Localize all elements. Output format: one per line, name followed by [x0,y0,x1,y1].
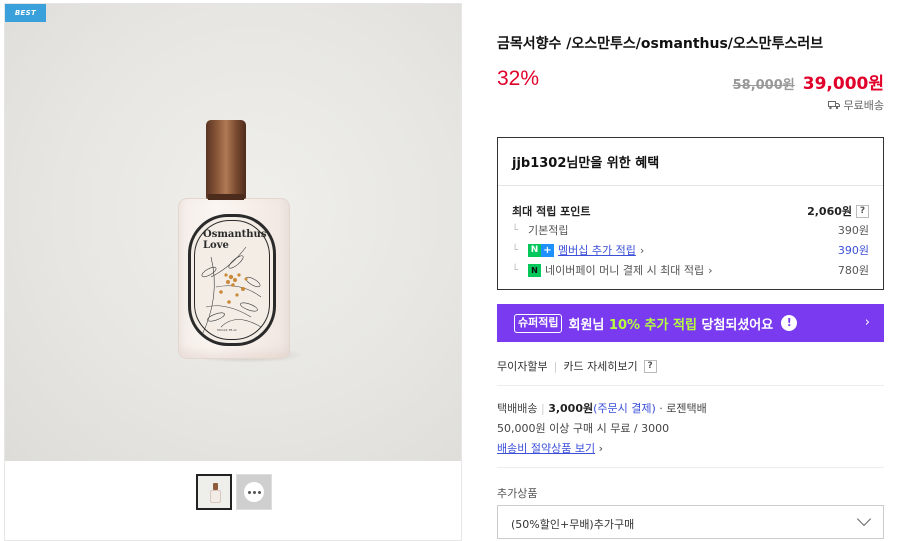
info-icon: ! [781,315,798,331]
points-row-membership: └ N + 멤버십 추가 적립 › 390원 [512,242,869,258]
thumbnail-more[interactable] [236,474,272,510]
naver-plus-icon: N + [528,243,554,257]
chevron-right-icon: › [598,442,603,455]
divider [497,467,884,468]
card-details-link[interactable]: 카드 자세히보기 [563,358,637,374]
delivery-info: 택배배송 | 3,000원(주문시 결제) · 로젠택배 50,000원 이상 … [497,402,707,455]
benefit-heading: jjb1302님만을 위한 혜택 [498,138,883,186]
points-row-naverpay: └ N 네이버페이 머니 결제 시 최대 적립 › 780원 [512,262,869,278]
max-points-value: 2,060원 [807,205,852,218]
divider [497,385,884,386]
product-detail-page: BEST Osmanthus Love 50ml/1.7fl.oz 금목서향수 … [0,0,917,541]
chevron-down-icon [856,511,872,527]
membership-link[interactable]: 멤버십 추가 적립 [558,242,636,258]
chevron-right-icon: › [708,263,713,277]
thumbnail-strip [196,474,272,510]
delivery-fee: 3,000원 [548,402,594,415]
installment-row: 무이자할부 | 카드 자세히보기 ? [497,358,657,374]
points-row-basic: └ 기본적립 390원 [512,224,869,237]
sale-price: 39,000원 [802,74,884,94]
benefit-box: jjb1302님만을 위한 혜택 최대 적립 포인트 2,060원 ? └ 기본적… [497,137,884,290]
max-points-row: 최대 적립 포인트 2,060원 ? [512,203,869,219]
bottle-cap [206,120,246,199]
addon-label: 추가상품 [497,487,538,500]
naverpay-icon: N [528,263,541,277]
product-title: 금목서향수 /오스만투스/osmanthus/오스만투스러브 [497,36,824,52]
chevron-right-icon: › [639,243,645,257]
truck-icon [827,101,840,110]
chevron-right-icon: › [864,315,870,330]
bottle-label: Osmanthus Love 50ml/1.7fl.oz [188,214,276,346]
more-icon [244,482,264,502]
best-badge: BEST [5,4,46,22]
thumbnail-1[interactable] [196,474,232,510]
original-price: 58,000원 [732,78,795,93]
naverpay-link[interactable]: 네이버페이 머니 결제 시 최대 적립 [545,262,704,278]
shipping-saving-link[interactable]: 배송비 절약상품 보기 [497,442,595,455]
discount-rate: 32% [497,67,540,90]
super-points-tag: 슈퍼적립 [514,313,563,333]
main-product-image[interactable]: BEST Osmanthus Love 50ml/1.7fl.oz [5,4,461,461]
addon-select[interactable]: (50%할인+무배)추가구매 [497,505,884,539]
super-points-banner[interactable]: 슈퍼적립 회원님 10% 추가 적립 당첨되셨어요 ! › [497,304,884,342]
product-gallery: BEST Osmanthus Love 50ml/1.7fl.oz [4,3,462,541]
label-brand-text: Osmanthus Love [203,229,267,251]
help-icon[interactable]: ? [856,204,869,218]
price-row: 58,000원 39,000원 [733,69,884,94]
help-icon[interactable]: ? [643,359,657,373]
free-shipping-tag: 무료배송 [827,97,884,113]
